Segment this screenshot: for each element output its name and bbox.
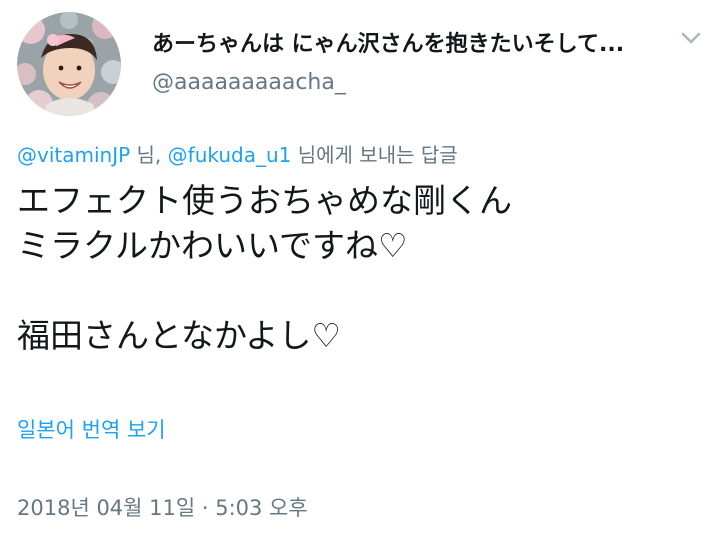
tweet-header: あーちゃんは にゃん沢さんを抱きたいそして... @aaaaaaaaacha_ [0,0,720,130]
reply-context: @vitaminJP 님, @fukuda_u1 님에게 보내는 답글 [17,140,458,170]
mention-link[interactable]: @fukuda_u1 [168,143,292,167]
tweet-text: エフェクト使うおちゃめな剛くん ミラクルかわいいですね♡ 福田さんとなかよし♡ [17,178,707,358]
tweet: あーちゃんは にゃん沢さんを抱きたいそして... @aaaaaaaaacha_ … [0,0,720,535]
avatar-image [17,12,121,116]
tweet-text-line: ミラクルかわいいですね♡ [17,226,408,265]
display-name[interactable]: あーちゃんは にゃん沢さんを抱きたいそして... [152,30,672,60]
username[interactable]: @aaaaaaaaacha_ [152,68,346,98]
reply-context-text: 님에게 보내는 답글 [291,143,458,167]
chevron-down-icon[interactable] [676,26,706,50]
avatar[interactable] [17,12,121,116]
reply-context-text: 님, [130,143,168,167]
mention-link[interactable]: @vitaminJP [17,143,130,167]
timestamp[interactable]: 2018년 04월 11일 · 5:03 오후 [17,493,308,523]
tweet-text-line: 福田さんとなかよし♡ [17,316,341,355]
tweet-text-line: エフェクト使うおちゃめな剛くん [17,181,512,220]
translate-link[interactable]: 일본어 번역 보기 [17,415,166,445]
